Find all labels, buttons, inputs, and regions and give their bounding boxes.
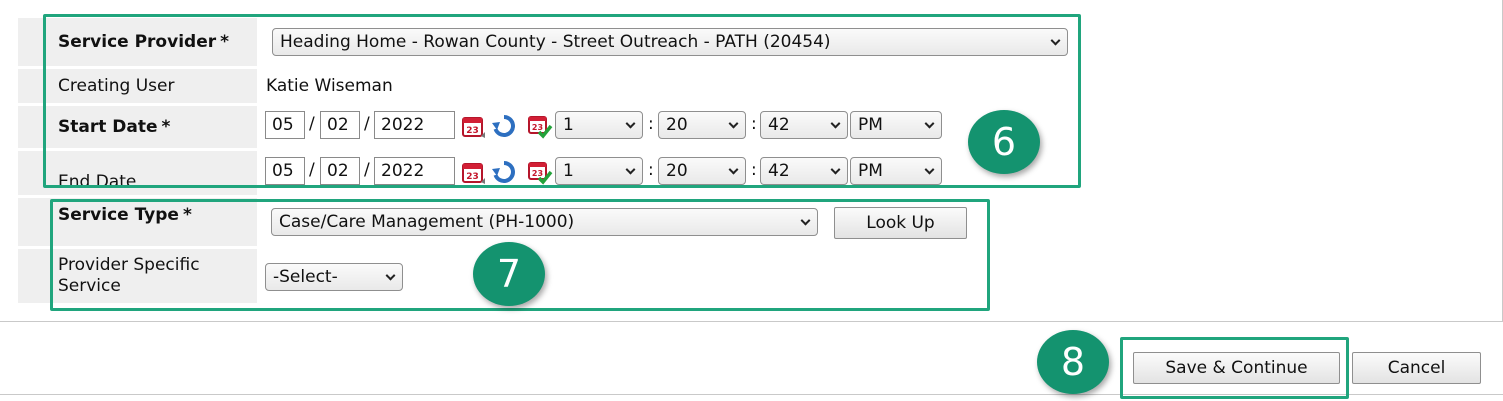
callout-badge-8: 8 bbox=[1037, 330, 1109, 394]
callout-box-6 bbox=[43, 14, 1081, 188]
callout-badge-6: 6 bbox=[968, 110, 1040, 174]
callout-badge-7: 7 bbox=[473, 242, 545, 306]
cancel-button[interactable]: Cancel bbox=[1352, 352, 1481, 384]
callout-box-8 bbox=[1120, 337, 1349, 399]
service-form-screen: Service Provider * Heading Home - Rowan … bbox=[0, 0, 1503, 401]
